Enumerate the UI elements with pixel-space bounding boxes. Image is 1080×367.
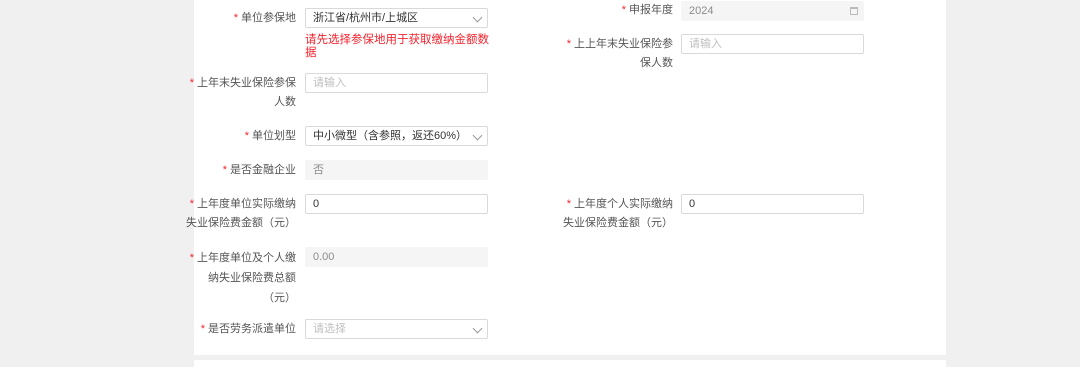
calendar-icon: [850, 7, 858, 15]
prev-year-insured-input[interactable]: 请输入: [305, 73, 488, 93]
required-mark: *: [233, 12, 238, 24]
report-year-field: 2024: [681, 1, 864, 21]
prev-year-insured-label: * 上年末失业保险参保 人数: [189, 77, 296, 108]
company-scale-select[interactable]: 中小微型（含参照，返还60%）: [305, 126, 488, 146]
chevron-down-icon: [472, 130, 483, 141]
insured-location-error: 请先选择参保地用于获取缴纳金额数据: [305, 34, 489, 59]
is-financial-field: 否: [305, 160, 488, 180]
labor-dispatch-label: * 是否劳务派遣单位: [200, 323, 296, 335]
insured-location-select[interactable]: 浙江省/杭州市/上城区: [305, 8, 488, 28]
total-paid-field: 0.00: [305, 247, 488, 267]
company-paid-input[interactable]: 0: [305, 194, 488, 214]
labor-dispatch-select[interactable]: 请选择: [305, 319, 488, 339]
insured-location-label: * 单位参保地: [233, 12, 296, 24]
prev-prev-year-insured-input[interactable]: 请输入: [681, 34, 864, 54]
is-financial-label: * 是否金融企业: [222, 164, 296, 176]
personal-paid-input[interactable]: 0: [681, 194, 864, 214]
report-year-label: * 申报年度: [621, 4, 673, 16]
next-panel-edge: [194, 360, 946, 367]
chevron-down-icon: [472, 12, 483, 23]
total-paid-label: * 上年度单位及个人缴 纳失业保险费总额 （元）: [189, 252, 296, 304]
company-scale-label: * 单位划型: [244, 130, 296, 142]
prev-prev-year-insured-label: * 上上年末失业保险参 保人数: [566, 38, 673, 69]
personal-paid-label: * 上年度个人实际缴纳 失业保险费金额（元）: [563, 198, 673, 229]
chevron-down-icon: [472, 323, 483, 334]
company-paid-label: * 上年度单位实际缴纳 失业保险费金额（元）: [186, 198, 296, 229]
